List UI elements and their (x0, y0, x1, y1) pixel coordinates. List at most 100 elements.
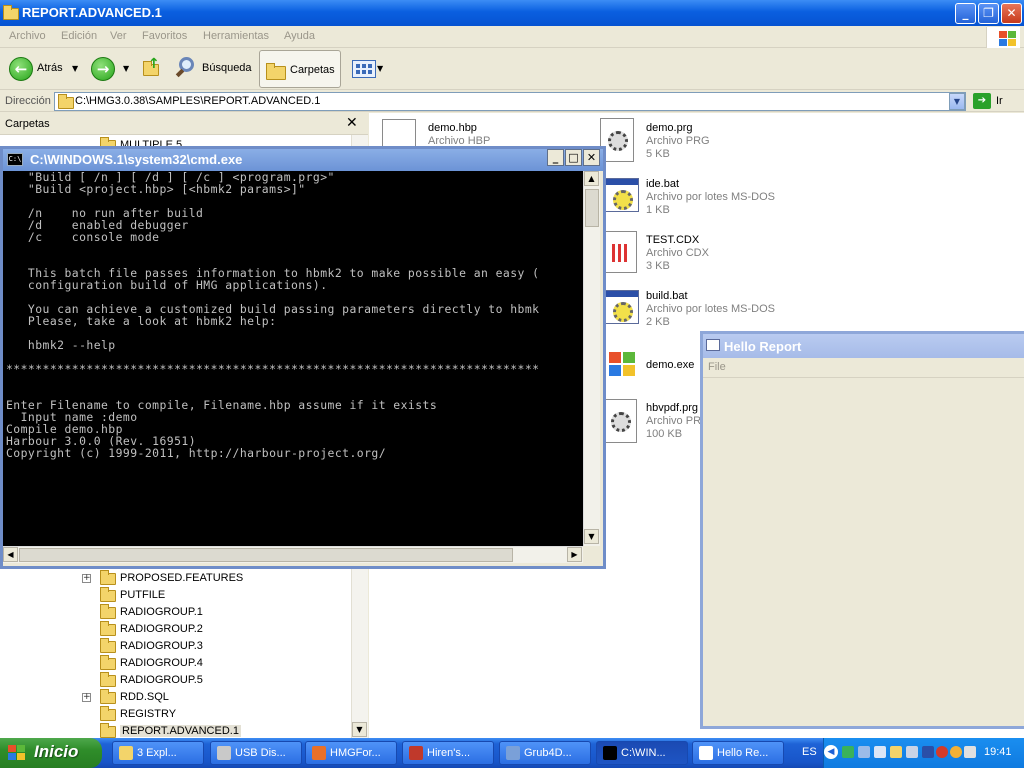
tray-volume-icon[interactable] (964, 746, 976, 758)
tree-item[interactable]: PUTFILE (100, 587, 340, 604)
tray-chrome-icon[interactable] (950, 746, 962, 758)
tray-bluetooth-icon[interactable] (922, 746, 934, 758)
scroll-thumb[interactable] (19, 548, 513, 562)
menu-file[interactable]: File (708, 361, 726, 373)
menu-herramientas[interactable]: Herramientas (203, 30, 269, 42)
file-name[interactable]: ide.bat (646, 178, 679, 190)
scroll-right-icon[interactable]: ▶ (567, 547, 582, 562)
file-icon-hbvpdf-prg[interactable] (603, 399, 637, 443)
tray-antivirus-icon[interactable] (936, 746, 948, 758)
file-name[interactable]: demo.exe (646, 359, 694, 371)
file-name[interactable]: demo.prg (646, 122, 692, 134)
explorer-title-bar[interactable]: REPORT.ADVANCED.1 _ ❐ ✕ (0, 0, 1024, 26)
scroll-left-icon[interactable]: ◀ (3, 547, 18, 562)
menu-archivo[interactable]: Archivo (9, 30, 46, 42)
tree-expand-icon[interactable]: + (82, 574, 91, 583)
file-name[interactable]: TEST.CDX (646, 234, 699, 246)
tray-expand-icon[interactable]: ◀ (824, 745, 838, 759)
tray-users-icon[interactable] (890, 746, 902, 758)
views-dropdown-icon[interactable]: ▼ (377, 64, 383, 73)
tree-item[interactable]: RDD.SQL (100, 689, 340, 706)
file-name[interactable]: demo.hbp (428, 122, 477, 134)
views-icon[interactable] (352, 60, 376, 78)
tree-item-label: RADIOGROUP.5 (120, 674, 203, 686)
restore-button[interactable]: ❐ (978, 3, 999, 24)
taskbar-button[interactable]: C:\WIN... (596, 741, 688, 765)
folder-icon (100, 604, 116, 619)
tree-expand-icon[interactable]: + (82, 693, 91, 702)
task-label: 3 Expl... (137, 747, 177, 759)
taskbar-button[interactable]: Hiren's... (402, 741, 494, 765)
go-label[interactable]: Ir (996, 95, 1003, 107)
folder-icon (100, 621, 116, 636)
task-label: Hiren's... (427, 747, 471, 759)
hello-report-window[interactable] (700, 331, 1024, 729)
taskbar-button[interactable]: 3 Expl... (112, 741, 204, 765)
forward-dropdown-icon[interactable]: ▼ (123, 64, 129, 73)
folders-pane-title: Carpetas (5, 118, 50, 130)
scroll-down-icon[interactable]: ▼ (584, 529, 599, 544)
go-arrow-icon[interactable]: ➔ (973, 93, 991, 109)
close-button[interactable]: ✕ (1001, 3, 1022, 24)
taskbar-button[interactable]: USB Dis... (210, 741, 302, 765)
tree-item[interactable]: RADIOGROUP.1 (100, 604, 340, 621)
tree-item-label: RDD.SQL (120, 691, 169, 703)
tray-network-icon[interactable] (842, 746, 854, 758)
cmd-maximize-button[interactable]: □ (565, 149, 582, 166)
cmd-title-bar[interactable]: C:\WINDOWS.1\system32\cmd.exe (3, 149, 603, 171)
tray-network2-icon[interactable] (906, 746, 918, 758)
address-input[interactable]: C:\HMG3.0.38\SAMPLES\REPORT.ADVANCED.1 (54, 92, 966, 111)
address-dropdown-icon[interactable]: ▼ (949, 93, 965, 110)
tree-item-label: REPORT.ADVANCED.1 (120, 725, 241, 737)
taskbar-button[interactable]: Hello Re... (692, 741, 784, 765)
language-indicator[interactable]: ES (802, 746, 817, 758)
size-grip[interactable] (583, 546, 600, 563)
up-folder-icon[interactable]: ↑ (141, 56, 163, 80)
file-icon-ide-bat[interactable] (603, 178, 639, 212)
close-pane-icon[interactable]: ✕ (346, 114, 358, 131)
search-button-label[interactable]: Búsqueda (202, 62, 252, 74)
scroll-down-icon[interactable]: ▼ (352, 722, 367, 737)
tree-item[interactable]: RADIOGROUP.2 (100, 621, 340, 638)
cmd-minimize-button[interactable]: _ (547, 149, 564, 166)
menu-ver[interactable]: Ver (110, 30, 127, 42)
start-button[interactable]: Inicio (0, 738, 102, 768)
back-button-label[interactable]: Atrás (37, 62, 63, 74)
tray-device-icon[interactable] (874, 746, 886, 758)
tree-item-label: RADIOGROUP.2 (120, 623, 203, 635)
task-label: C:\WIN... (621, 747, 666, 759)
tree-item[interactable]: REGISTRY (100, 706, 340, 723)
tree-item[interactable]: RADIOGROUP.5 (100, 672, 340, 689)
minimize-button[interactable]: _ (955, 3, 976, 24)
search-icon[interactable] (175, 56, 199, 80)
file-icon-test-cdx[interactable] (603, 231, 637, 273)
taskbar-button[interactable]: Grub4D... (499, 741, 591, 765)
tree-item[interactable]: RADIOGROUP.3 (100, 638, 340, 655)
tray-display-icon[interactable] (858, 746, 870, 758)
folders-button[interactable]: Carpetas (259, 50, 341, 88)
file-type: Archivo por lotes MS-DOS (646, 191, 775, 203)
menu-ayuda[interactable]: Ayuda (284, 30, 315, 42)
forward-arrow-icon[interactable]: → (91, 57, 115, 81)
file-name[interactable]: hbvpdf.prg (646, 402, 698, 414)
console-vertical-scrollbar[interactable]: ▲ ▼ (583, 171, 600, 546)
hello-report-title-bar[interactable]: Hello Report (703, 334, 1024, 358)
console-output[interactable]: "Build [ /n ] [ /d ] [ /c ] <program.prg… (3, 171, 583, 546)
task-label: Grub4D... (524, 747, 572, 759)
file-icon-build-bat[interactable] (603, 290, 639, 324)
taskbar-button[interactable]: HMGFor... (305, 741, 397, 765)
console-horizontal-scrollbar[interactable]: ◀ ▶ (3, 546, 583, 563)
tree-item[interactable]: PROPOSED.FEATURES (100, 570, 340, 587)
back-dropdown-icon[interactable]: ▼ (72, 64, 78, 73)
file-icon-demo-exe[interactable] (603, 346, 641, 384)
folder-icon (100, 689, 116, 704)
cmd-close-button[interactable]: ✕ (583, 149, 600, 166)
address-path: C:\HMG3.0.38\SAMPLES\REPORT.ADVANCED.1 (75, 95, 321, 107)
back-arrow-icon[interactable]: ← (9, 57, 33, 81)
scroll-thumb[interactable] (585, 189, 599, 227)
scroll-up-icon[interactable]: ▲ (584, 171, 599, 186)
tree-item[interactable]: RADIOGROUP.4 (100, 655, 340, 672)
menu-edicion[interactable]: Edición (61, 30, 97, 42)
menu-favoritos[interactable]: Favoritos (142, 30, 187, 42)
file-name[interactable]: build.bat (646, 290, 688, 302)
